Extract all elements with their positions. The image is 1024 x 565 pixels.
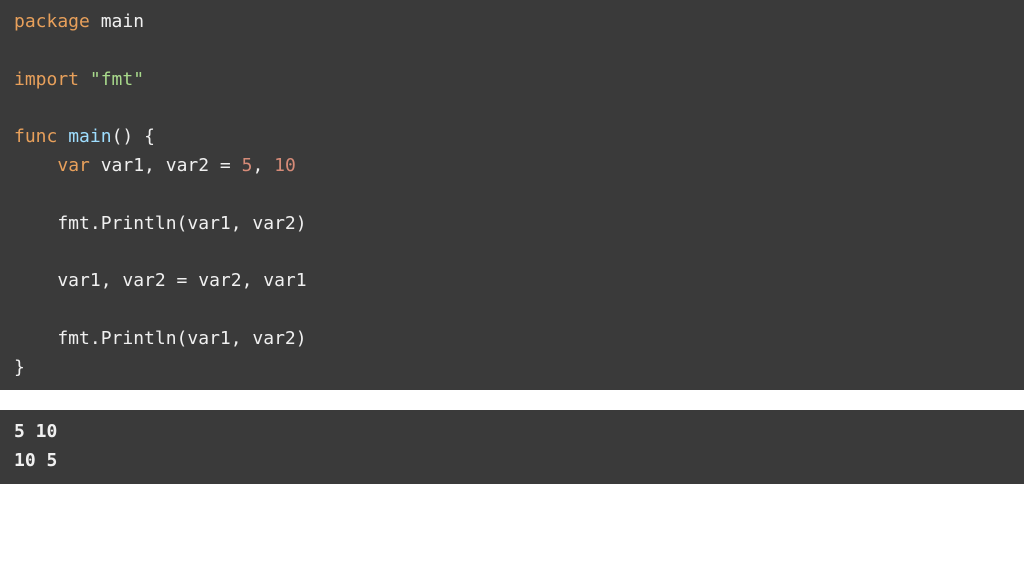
func-open: () { xyxy=(112,126,155,147)
panel-separator xyxy=(0,390,1024,410)
code-line: fmt.Println(var1, var2) xyxy=(14,328,307,349)
code-editor[interactable]: package main import "fmt" func main() { … xyxy=(0,0,1024,390)
output-console: 5 10 10 5 xyxy=(0,410,1024,484)
keyword-var: var xyxy=(57,155,90,176)
var-decl: var1, var2 = xyxy=(90,155,242,176)
code-line: var1, var2 = var2, var1 xyxy=(14,270,307,291)
close-brace: } xyxy=(14,357,25,378)
keyword-func: func xyxy=(14,126,57,147)
keyword-import: import xyxy=(14,69,79,90)
keyword-package: package xyxy=(14,11,90,32)
output-line: 5 10 xyxy=(14,421,57,442)
number-literal: 10 xyxy=(274,155,296,176)
number-literal: 5 xyxy=(242,155,253,176)
package-name xyxy=(90,11,101,32)
code-line: fmt.Println(var1, var2) xyxy=(14,213,307,234)
func-name: main xyxy=(68,126,111,147)
import-string: "fmt" xyxy=(90,69,144,90)
output-line: 10 5 xyxy=(14,450,57,471)
